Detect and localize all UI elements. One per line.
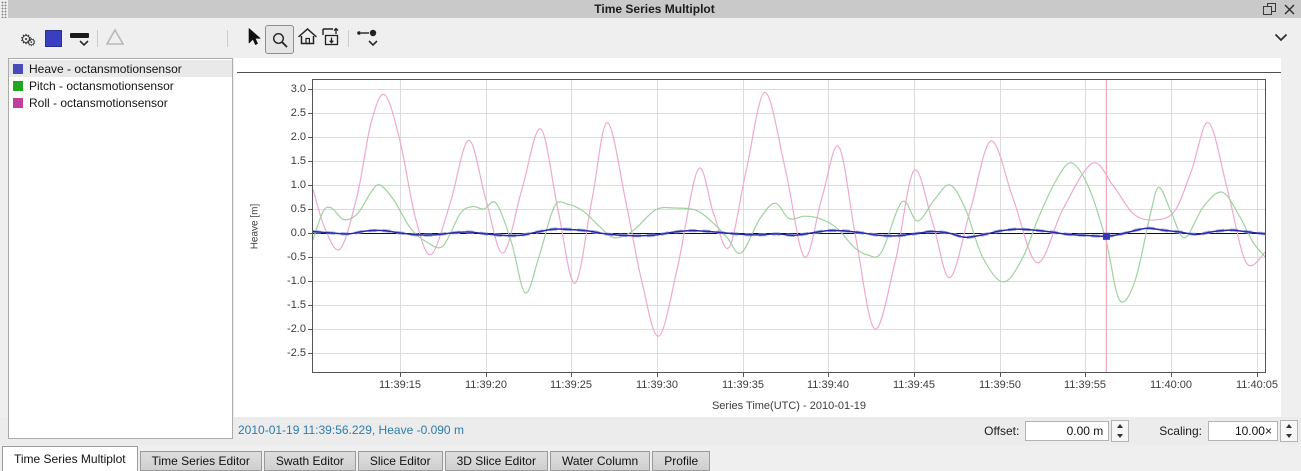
plot-options-dropdown-button[interactable] <box>356 27 378 47</box>
close-icon[interactable] <box>1281 2 1297 16</box>
tab-profile[interactable]: Profile <box>652 451 711 471</box>
collapse-panel-chevron-icon[interactable] <box>1274 33 1288 42</box>
toolbar-separator <box>227 30 228 47</box>
legend-label: Roll - octansmotionsensor <box>29 95 168 110</box>
x-tick-label: 11:39:20 <box>464 379 507 391</box>
x-tick-label: 11:40:00 <box>1149 379 1192 391</box>
x-axis-title: Series Time(UTC) - 2010-01-19 <box>711 400 867 412</box>
chevron-down-icon <box>79 40 89 47</box>
x-tick-label: 11:39:45 <box>892 379 935 391</box>
float-window-icon[interactable] <box>1261 2 1277 16</box>
offset-field[interactable] <box>1025 421 1110 441</box>
color-swatch <box>45 30 62 47</box>
y-tick-label: 0.0 <box>290 227 306 239</box>
titlebar[interactable]: Time Series Multiplot <box>8 0 1301 19</box>
x-tick-label: 11:40:05 <box>1235 379 1278 391</box>
y-axis-title: Heave [m] <box>249 203 261 249</box>
gear-icon: ⚙ <box>26 37 37 49</box>
window-title: Time Series Multiplot <box>594 2 715 16</box>
y-tick-label: 1.5 <box>290 155 306 167</box>
y-tick-label: -0.5 <box>287 251 306 263</box>
x-tick-label: 11:39:55 <box>1063 379 1106 391</box>
line-style-icon <box>70 33 89 38</box>
tab-slice-editor[interactable]: Slice Editor <box>357 451 443 471</box>
tab-time-series-multiplot[interactable]: Time Series Multiplot <box>2 446 138 471</box>
series-color-swatch-button[interactable] <box>45 30 62 47</box>
pointer-tool-icon[interactable] <box>246 27 262 47</box>
y-tick-label: 2.5 <box>290 107 306 119</box>
legend-item-pitch[interactable]: Pitch - octansmotionsensor <box>9 77 232 94</box>
y-tick-label: -1.0 <box>287 275 306 287</box>
zoom-tool-button[interactable] <box>265 25 294 54</box>
fit-vertical-scale-icon[interactable] <box>321 27 342 47</box>
x-tick-label: 11:39:35 <box>721 379 764 391</box>
tab-swath-editor[interactable]: Swath Editor <box>263 451 356 471</box>
heave-color-swatch <box>13 63 23 74</box>
scaling-spin-down[interactable] <box>1281 431 1297 441</box>
y-tick-label: -1.5 <box>287 299 306 311</box>
scaling-spin-up[interactable] <box>1281 421 1297 431</box>
toolbar-separator <box>97 30 98 47</box>
tab-water-column[interactable]: Water Column <box>549 451 651 471</box>
offset-spin-down[interactable] <box>1112 431 1128 441</box>
x-tick-label: 11:39:40 <box>806 379 849 391</box>
offset-spinner <box>1111 420 1130 442</box>
y-tick-label: -2.5 <box>287 347 306 359</box>
scaling-field[interactable] <box>1208 421 1278 441</box>
cursor-readout: 2010-01-19 11:39:56.229, Heave -0.090 m <box>238 423 464 437</box>
y-tick-label: 3.0 <box>290 83 306 95</box>
triangle-marker-icon[interactable] <box>104 27 126 47</box>
toolbar-separator <box>348 30 349 47</box>
x-tick-label: 11:39:15 <box>378 379 421 391</box>
roll-color-swatch <box>13 97 23 108</box>
x-tick-label: 11:39:50 <box>978 379 1021 391</box>
legend-item-roll[interactable]: Roll - octansmotionsensor <box>9 94 232 111</box>
y-tick-label: 1.0 <box>290 179 306 191</box>
point-line-icon <box>357 29 377 37</box>
tab-3d-slice-editor[interactable]: 3D Slice Editor <box>444 451 548 471</box>
line-style-dropdown-button[interactable] <box>70 33 89 47</box>
legend-label: Pitch - octansmotionsensor <box>29 78 174 93</box>
offset-spin-up[interactable] <box>1112 421 1128 431</box>
plot-area[interactable] <box>304 79 1272 383</box>
editor-tab-bar: Time Series Multiplot Time Series Editor… <box>0 445 1301 471</box>
legend-panel: Heave - octansmotionsensor Pitch - octan… <box>8 58 233 439</box>
tab-time-series-editor[interactable]: Time Series Editor <box>139 451 262 471</box>
scaling-spinner <box>1280 420 1298 442</box>
home-reset-view-icon[interactable] <box>297 27 318 46</box>
time-series-plot <box>308 79 1266 377</box>
legend-item-heave[interactable]: Heave - octansmotionsensor <box>9 60 232 77</box>
y-tick-label: 2.0 <box>290 131 306 143</box>
pitch-color-swatch <box>13 80 23 91</box>
offset-label: Offset: <box>984 424 1020 438</box>
panel-divider <box>237 72 1281 73</box>
x-tick-label: 11:39:30 <box>635 379 678 391</box>
y-tick-label: -2.0 <box>287 323 306 335</box>
toolbar: ⚙ ⚙ <box>0 18 1301 58</box>
x-tick-label: 11:39:25 <box>549 379 592 391</box>
scaling-label: Scaling: <box>1159 424 1202 438</box>
magnifier-icon <box>272 32 288 48</box>
chevron-down-icon <box>368 40 378 47</box>
settings-gears-icon[interactable]: ⚙ ⚙ <box>15 26 41 52</box>
legend-label: Heave - octansmotionsensor <box>29 61 182 76</box>
y-tick-label: 0.5 <box>290 203 306 215</box>
